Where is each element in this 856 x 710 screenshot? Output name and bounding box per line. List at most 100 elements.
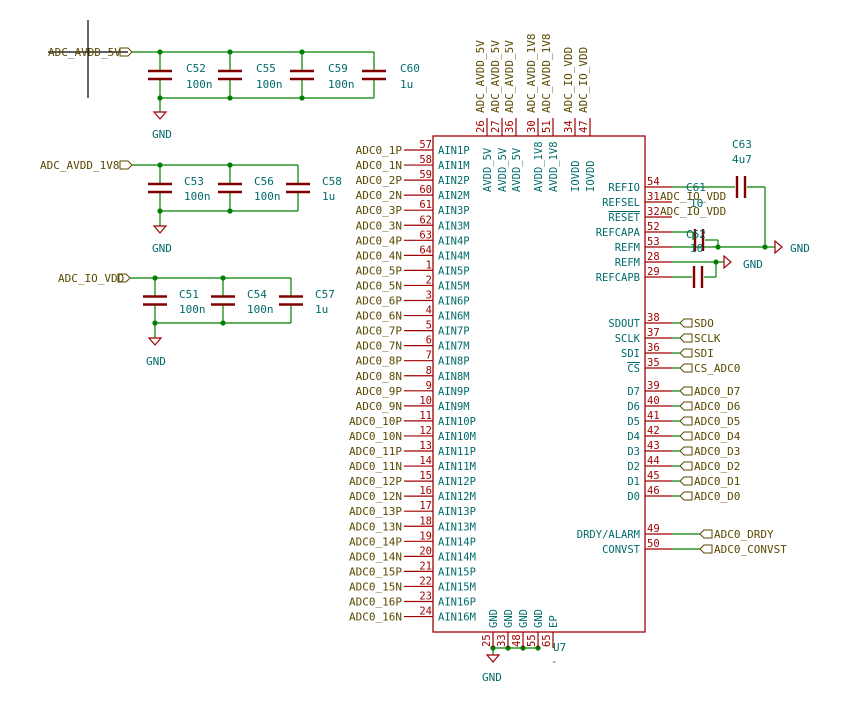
cap-ref: C56 [254,175,274,188]
pin-name: GND [533,609,545,628]
pin-name: AIN2P [438,175,470,187]
net-label: ADC0_14P [349,535,402,548]
pin-number: 1 [426,259,432,271]
pin-name: CS [627,363,640,375]
pin-number: 22 [419,575,432,587]
junction [715,244,721,250]
pin-name: AIN7M [438,341,470,353]
gnd-symbol [774,239,783,255]
pin-number: 59 [419,169,432,181]
gnd-symbol [152,225,168,234]
net-label: ADC_AVDD_5V [474,40,487,113]
net-label: ADC0_16N [349,611,402,624]
pin-number: 51 [541,120,553,133]
pin-number: 39 [647,380,660,392]
net-label: ADC0_14N [349,550,402,563]
pin-number: 25 [481,634,493,647]
pin-name: AIN7P [438,326,470,338]
pin-name: AIN4P [438,235,470,247]
junction [220,275,226,281]
pin-number: 42 [647,425,660,437]
junction [227,208,233,214]
pin-number: 38 [647,312,660,324]
pin-number: 64 [419,244,432,256]
pin-name: AIN11P [438,446,476,458]
pin-name: GND [488,609,500,628]
net-label: ADC0_D4 [694,430,741,443]
pin-name: AIN3M [438,220,470,232]
pin-name: AIN13M [438,521,476,533]
pin-name: D3 [627,446,640,458]
junction [157,162,163,168]
net-label: ADC0_4P [356,234,403,247]
pin-number: 58 [419,154,432,166]
signal-port [679,348,693,358]
pin-name: AVDD_1V8 [533,141,545,192]
pin-number: 43 [647,440,660,452]
pin-number: 30 [526,120,538,133]
pin-name: REFM [615,242,640,254]
pin-number: 49 [647,523,660,535]
pin-name: REFCAPA [596,227,641,239]
net-label: ADC0_10P [349,415,402,428]
net-label: ADC_IO_VDD [562,47,575,113]
pin-number: 34 [563,120,575,133]
pin-number: 2 [426,274,432,286]
net-label: ADC0_2N [356,189,402,202]
pin-name: AIN10M [438,431,476,443]
net-label: ADC0_13N [349,520,402,533]
pin-number: 29 [647,266,660,278]
net-label: ADC_IO_VDD [577,47,590,113]
pin-number: 19 [419,530,432,542]
pin-name: SDI [621,348,640,360]
pin-number: 16 [419,485,432,497]
power-port [119,160,133,170]
net-label: ADC0_15P [349,565,402,578]
pin-number: 41 [647,410,660,422]
junction [152,275,158,281]
net-label: ADC0_11P [349,445,402,458]
pin-name: D1 [627,476,640,488]
pin-name: IOVDD [585,160,597,192]
net-label: ADC0_1N [356,159,402,172]
signal-port [699,529,713,539]
net-label: ADC0_16P [349,596,402,609]
gnd-symbol [147,337,163,346]
net-label: ADC0_12N [349,490,402,503]
junction [227,95,233,101]
pin-name: GND [503,609,515,628]
pin-number: 9 [426,380,432,392]
cap-value: 10 [690,197,703,210]
net-label: ADC0_D2 [694,460,740,473]
pin-name: D4 [627,431,640,443]
pin-name: AIN12P [438,476,476,488]
pin-number: 53 [647,236,660,248]
net-label: ADC0_7N [356,340,402,353]
gnd-symbol [485,654,501,663]
power-label-iovdd: ADC_IO_VDD [58,272,124,285]
pin-name: AIN6M [438,311,470,323]
junction [299,95,305,101]
pin-name: D5 [627,416,640,428]
pin-number: 35 [647,357,660,369]
net-label: ADC0_6P [356,295,403,308]
pin-number: 61 [419,199,432,211]
signal-port [679,333,693,343]
pin-number: 52 [647,221,660,233]
signal-port [679,401,693,411]
cap-value: 100n [179,303,206,316]
net-label: ADC0_D5 [694,415,740,428]
pin-name: AIN6P [438,296,470,308]
cap-ref: C59 [328,62,348,75]
pin-name: D0 [627,491,640,503]
cap-ref: C61 [686,181,706,194]
pin-number: 20 [419,545,432,557]
pin-name: AIN14M [438,551,476,563]
net-label: ADC0_3N [356,219,402,232]
net-label: ADC0_8N [356,370,402,383]
junction [713,259,719,265]
signal-port [679,476,693,486]
net-label: ADC0_5N [356,279,402,292]
pin-number: 32 [647,206,660,218]
signal-port [679,446,693,456]
